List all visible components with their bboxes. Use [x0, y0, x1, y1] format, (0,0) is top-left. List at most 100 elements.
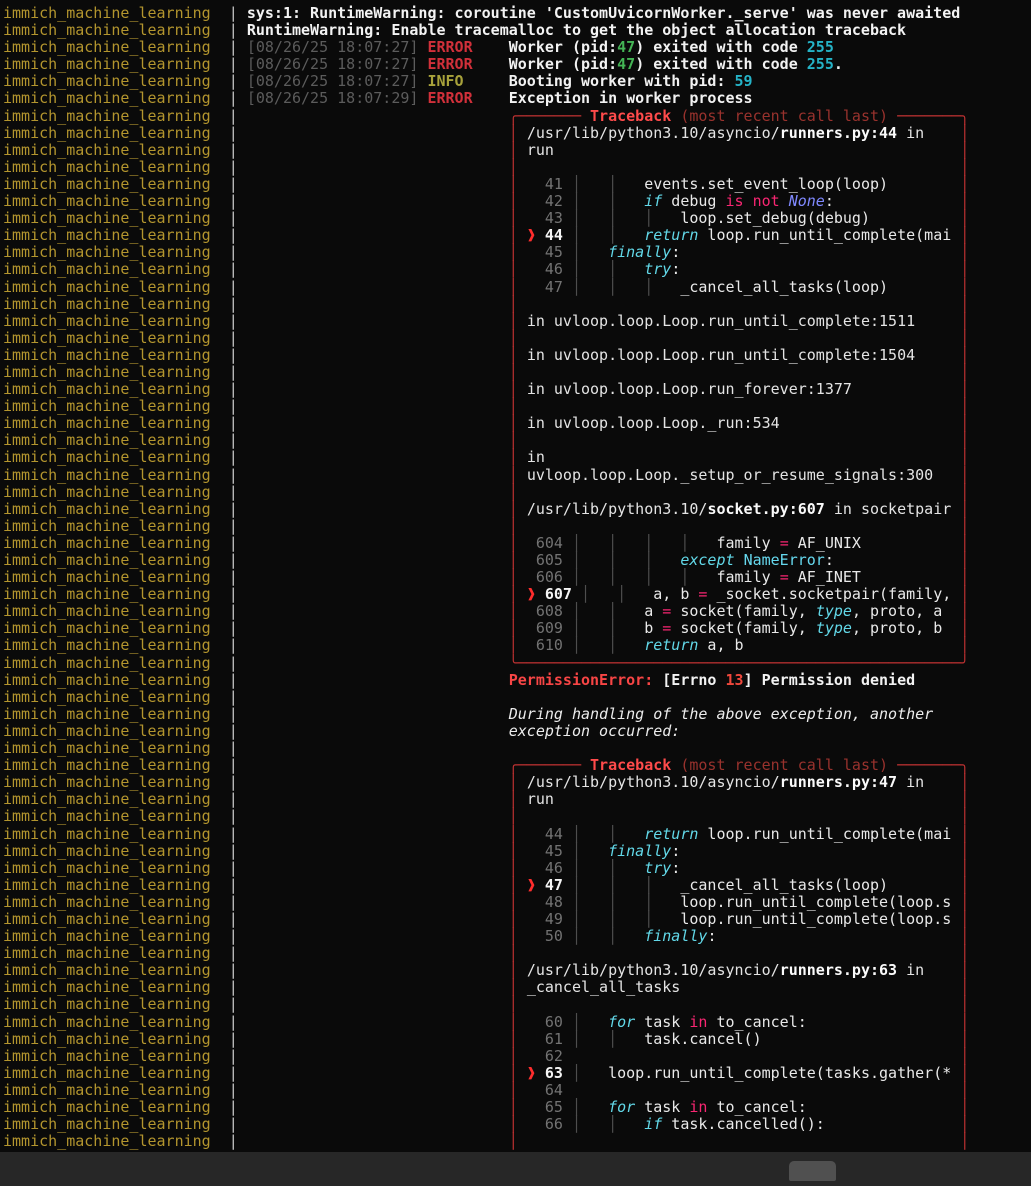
terminal-output: immich_machine_learning | sys:1: Runtime… [0, 0, 1031, 1150]
terminal-line: immich_machine_learning | ╭─────── Trace… [3, 107, 1031, 125]
service-name-label: immich_machine_learning [3, 4, 211, 22]
terminal-line: immich_machine_learning | ╰─────────────… [3, 653, 1031, 672]
log-content: │ 608 │ │ a = socket(family, type, proto… [508, 602, 970, 621]
terminal-line: immich_machine_learning | │ 61 │ │ task.… [3, 1030, 1031, 1048]
log-separator: | [210, 892, 247, 911]
log-content: [08/26/25 18:07:27] ERROR Worker (pid:47… [246, 55, 843, 74]
log-separator: | [210, 38, 247, 57]
log-separator: | [210, 619, 247, 638]
bottom-scrollbar [0, 1152, 1031, 1186]
log-separator: | [210, 739, 247, 758]
terminal-line: immich_machine_learning | │ _cancel_all_… [3, 979, 1031, 996]
log-content: │ 42 │ │ if debug is not None: │ [508, 192, 970, 211]
log-separator: | [210, 1132, 247, 1151]
service-name-label: immich_machine_learning [3, 192, 211, 211]
log-content: │ run │ [508, 140, 970, 159]
service-name-label: immich_machine_learning [3, 602, 211, 621]
terminal-line: immich_machine_learning | │ │ [3, 996, 1031, 1013]
log-separator: | [210, 687, 247, 706]
log-content: │ │ [508, 1132, 970, 1151]
terminal-line: immich_machine_learning | │ 47 │ │ │ _ca… [3, 278, 1031, 296]
terminal-line: immich_machine_learning | │ 66 │ │ if ta… [3, 1116, 1031, 1133]
log-separator: | [210, 1080, 247, 1099]
log-separator: | [210, 260, 247, 279]
terminal-line: immich_machine_learning | │ /usr/lib/pyt… [3, 962, 1031, 979]
terminal-line: immich_machine_learning | [08/26/25 18:0… [3, 73, 1031, 90]
terminal-line: immich_machine_learning | ╭─────── Trace… [3, 757, 1031, 774]
terminal-line: immich_machine_learning | │ 43 │ │ │ loo… [3, 210, 1031, 227]
service-name-label: immich_machine_learning [3, 482, 211, 501]
service-name-label: immich_machine_learning [3, 226, 211, 245]
terminal-line: immich_machine_learning | [3, 687, 1031, 706]
log-separator: | [210, 533, 247, 552]
terminal-line: immich_machine_learning | │ in uvloop.lo… [3, 312, 1031, 330]
service-name-label: immich_machine_learning [3, 568, 211, 587]
log-content: │ ❱ 47 │ │ │ _cancel_all_tasks(loop) │ [508, 875, 970, 894]
log-separator: | [210, 1046, 247, 1065]
log-content: │ │ [508, 995, 970, 1014]
service-name-label: immich_machine_learning [3, 995, 211, 1014]
log-separator: | [210, 927, 247, 946]
log-content: │ 604 │ │ │ │ family = AF_UNIX │ [508, 533, 970, 552]
log-separator: | [210, 1098, 247, 1116]
log-separator: | [210, 72, 247, 91]
log-separator: | [210, 157, 247, 176]
log-content: │ 43 │ │ │ loop.set_debug(debug) │ [508, 209, 970, 228]
terminal-line: immich_machine_learning | [08/26/25 18:0… [3, 56, 1031, 73]
log-separator: | [210, 4, 247, 22]
terminal-line: immich_machine_learning | │ 45 │ finally… [3, 244, 1031, 261]
service-name-label: immich_machine_learning [3, 174, 211, 193]
terminal-line: immich_machine_learning | │ │ [3, 398, 1031, 415]
service-name-label: immich_machine_learning [3, 653, 211, 672]
log-content: │ uvloop.loop.Loop._setup_or_resume_sign… [508, 465, 970, 484]
scrollbar-thumb[interactable] [789, 1161, 836, 1181]
service-name-label: immich_machine_learning [3, 1046, 211, 1065]
service-name-label: immich_machine_learning [3, 243, 211, 262]
log-content: │ in │ [508, 448, 970, 467]
log-content: │ 606 │ │ │ │ family = AF_INET │ [508, 568, 970, 587]
log-separator: | [210, 328, 247, 347]
log-separator: | [210, 226, 247, 245]
log-separator: | [210, 756, 247, 775]
log-separator: | [210, 1063, 247, 1082]
log-content: │ │ [508, 157, 970, 176]
service-name-label: immich_machine_learning [3, 157, 211, 176]
log-content: │ ❱ 63 │ loop.run_until_complete(tasks.g… [508, 1063, 970, 1082]
terminal-line: immich_machine_learning | │ /usr/lib/pyt… [3, 124, 1031, 142]
service-name-label: immich_machine_learning [3, 687, 211, 706]
service-name-label: immich_machine_learning [3, 294, 211, 313]
log-separator: | [210, 568, 247, 587]
log-content: exception occurred: [508, 721, 681, 740]
terminal-line: immich_machine_learning | │ uvloop.loop.… [3, 465, 1031, 484]
log-separator: | [210, 294, 247, 313]
service-name-label: immich_machine_learning [3, 431, 211, 450]
log-content: │ │ [508, 431, 970, 450]
log-content: ╭─────── Traceback (most recent call las… [508, 756, 970, 775]
terminal-line: immich_machine_learning | │ │ [3, 517, 1031, 535]
log-content: │ in uvloop.loop.Loop._run:534 │ [508, 414, 970, 433]
service-name-label: immich_machine_learning [3, 670, 211, 689]
service-name-label: immich_machine_learning [3, 858, 211, 877]
log-content: │ 46 │ │ try: │ [508, 260, 970, 279]
service-name-label: immich_machine_learning [3, 978, 211, 997]
log-separator: | [210, 721, 247, 740]
log-content: │ │ [508, 328, 970, 347]
terminal-line: immich_machine_learning | During handlin… [3, 705, 1031, 723]
service-name-label: immich_machine_learning [3, 807, 211, 826]
log-separator: | [210, 807, 247, 826]
service-name-label: immich_machine_learning [3, 961, 211, 980]
log-separator: | [210, 585, 247, 604]
service-name-label: immich_machine_learning [3, 1012, 211, 1031]
terminal-line: immich_machine_learning | │ 50 │ │ final… [3, 928, 1031, 945]
log-content: │ 44 │ │ return loop.run_until_complete(… [508, 824, 970, 843]
log-content: [08/26/25 18:07:27] INFO Booting worker … [246, 72, 753, 91]
log-content: │ 50 │ │ finally: │ [508, 927, 970, 946]
log-content: PermissionError: [Errno 13] Permission d… [508, 670, 916, 689]
log-content: │ 65 │ for task in to_cancel: │ [508, 1098, 970, 1116]
log-content: [08/26/25 18:07:29] ERROR Exception in w… [246, 89, 753, 108]
log-separator: | [210, 790, 247, 809]
service-name-label: immich_machine_learning [3, 380, 211, 399]
log-separator: | [210, 978, 247, 997]
log-content: │ /usr/lib/python3.10/asyncio/runners.py… [508, 773, 970, 792]
service-name-label: immich_machine_learning [3, 790, 211, 809]
